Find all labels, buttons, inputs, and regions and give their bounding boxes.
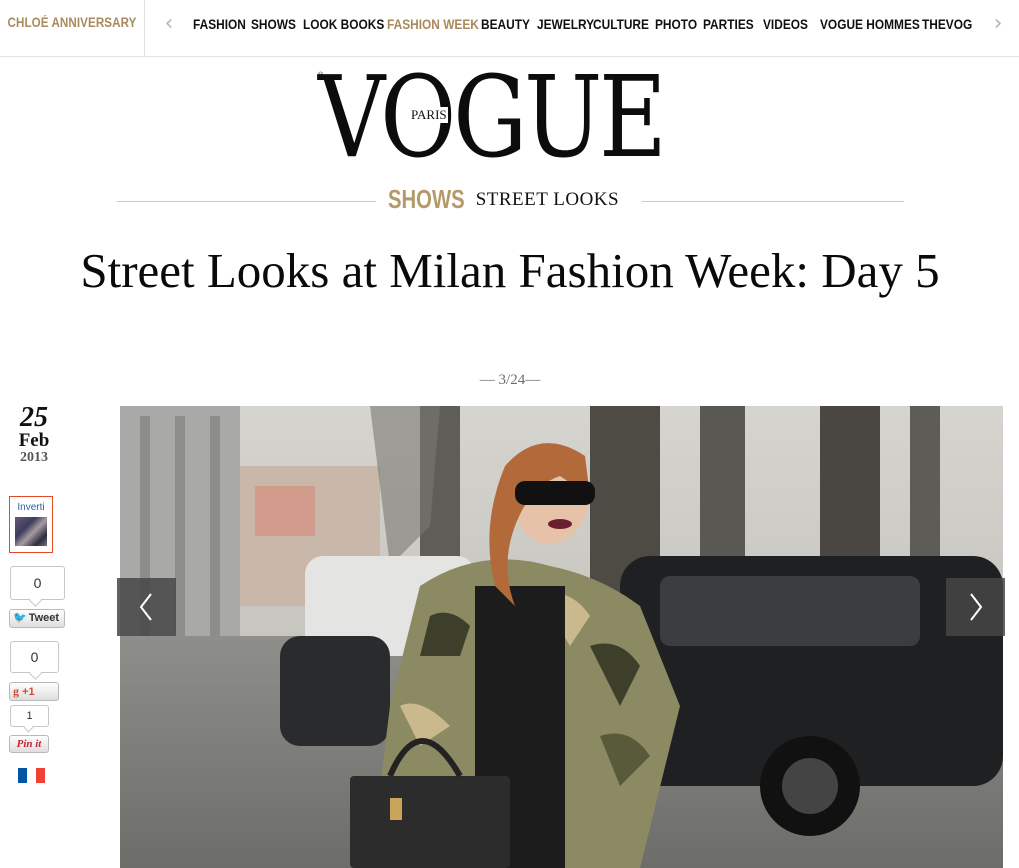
chevron-right-icon bbox=[970, 593, 983, 621]
tweet-button[interactable]: 🐦 Tweet bbox=[9, 609, 65, 628]
nav-item-thevog[interactable]: THEVOG bbox=[922, 16, 972, 32]
chevron-left-icon[interactable]: ‹ bbox=[160, 13, 178, 35]
date-month: Feb bbox=[18, 430, 50, 451]
logo-subtitle: PARIS bbox=[410, 107, 448, 123]
chevron-left-icon bbox=[139, 593, 152, 621]
nav-item-fashion-week[interactable]: FASHION WEEK bbox=[387, 16, 479, 32]
nav-item-shows[interactable]: SHOWS bbox=[251, 16, 296, 32]
twitter-bird-icon: 🐦 bbox=[13, 612, 27, 624]
nav-item-look-books[interactable]: LOOK BOOKS bbox=[303, 16, 384, 32]
gplus-label: +1 bbox=[22, 686, 35, 698]
nav-item-beauty[interactable]: BEAUTY bbox=[481, 16, 530, 32]
tweet-count: 0 bbox=[10, 566, 65, 600]
promo-link[interactable]: CHLOÉ ANNIVERSARY bbox=[0, 0, 145, 56]
section-breadcrumb: SHOWS STREET LOOKS bbox=[388, 184, 619, 216]
pin-count: 1 bbox=[10, 705, 49, 727]
nav-item-jewelry[interactable]: JEWELRY bbox=[537, 16, 594, 32]
gplus-count: 0 bbox=[10, 641, 59, 673]
flag-white-stripe bbox=[27, 768, 36, 783]
divider bbox=[117, 201, 376, 202]
nav-item-vogue-hommes[interactable]: VOGUE HOMMES bbox=[820, 16, 920, 32]
section-category-link[interactable]: SHOWS bbox=[388, 184, 465, 215]
divider bbox=[642, 201, 904, 202]
vogue-paris-logo[interactable]: ® VOGUE PARIS bbox=[318, 53, 702, 183]
invert-thumbnail bbox=[15, 517, 47, 546]
nav-menu: FASHION SHOWS LOOK BOOKS FASHION WEEK BEAUTY… bbox=[193, 0, 978, 56]
section-subcategory: STREET LOOKS bbox=[475, 189, 620, 210]
date-day: 25 bbox=[20, 402, 48, 433]
pinterest-button[interactable]: Pin it bbox=[9, 735, 49, 753]
invert-label: Inverti bbox=[17, 502, 45, 513]
google-plus-icon: g bbox=[13, 684, 19, 698]
gallery-counter: — 3/24— bbox=[479, 372, 541, 388]
flag-red-stripe bbox=[36, 768, 45, 783]
promo-label: CHLOÉ ANNIVERSARY bbox=[7, 15, 137, 30]
nav-item-culture[interactable]: CULTURE bbox=[593, 16, 649, 32]
gallery-photo bbox=[120, 406, 1003, 868]
gallery-next-button[interactable] bbox=[946, 578, 1005, 636]
street-look-photo bbox=[120, 406, 1003, 868]
invert-widget[interactable]: Inverti bbox=[9, 496, 53, 553]
nav-item-videos[interactable]: VIDEOS bbox=[763, 16, 812, 32]
nav-item-fashion[interactable]: FASHION bbox=[193, 16, 246, 32]
gallery-prev-button[interactable] bbox=[117, 578, 176, 636]
gplus-button[interactable]: g +1 bbox=[9, 682, 59, 701]
nav-item-parties[interactable]: PARTIES bbox=[703, 16, 754, 32]
date-year: 2013 bbox=[20, 450, 48, 465]
nav-item-photo[interactable]: PHOTO bbox=[655, 16, 697, 32]
tweet-label: Tweet bbox=[28, 612, 60, 624]
france-flag-icon[interactable] bbox=[18, 768, 45, 783]
publish-date: 25 Feb 2013 bbox=[12, 404, 56, 466]
chevron-right-icon[interactable]: › bbox=[989, 13, 1007, 35]
logo-wordmark: VOGUE bbox=[318, 53, 667, 183]
flag-blue-stripe bbox=[18, 768, 27, 783]
page-title: Street Looks at Milan Fashion Week: Day … bbox=[80, 243, 940, 298]
top-navigation: CHLOÉ ANNIVERSARY ‹ FASHION SHOWS LOOK BOO… bbox=[0, 0, 1019, 57]
